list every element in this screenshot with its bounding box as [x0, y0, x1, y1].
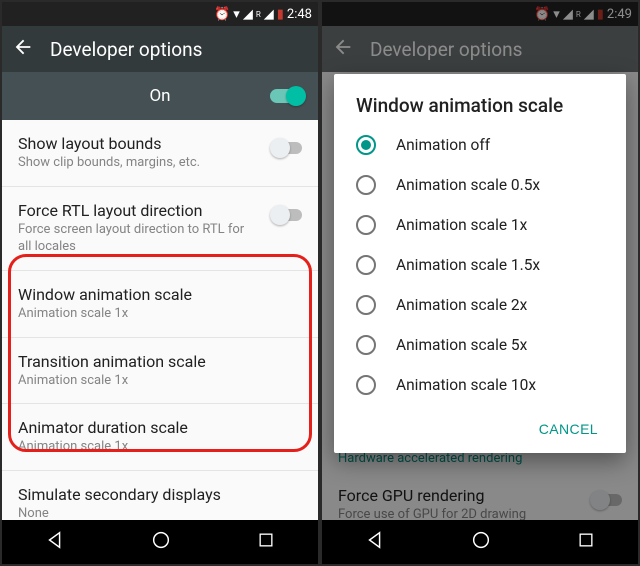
radio-icon — [356, 295, 376, 315]
battery-icon: ▮ — [277, 7, 284, 22]
toggle-switch[interactable] — [272, 209, 302, 221]
option-animation-0-5x[interactable]: Animation scale 0.5x — [334, 165, 626, 205]
signal-icon: ◢ — [243, 7, 253, 22]
radio-icon — [356, 335, 376, 355]
app-bar: Developer options — [2, 26, 318, 72]
radio-icon — [356, 255, 376, 275]
setting-animator-duration[interactable]: Animator duration scale Animation scale … — [2, 404, 318, 471]
nav-home-icon[interactable] — [470, 529, 492, 555]
nav-home-icon[interactable] — [150, 529, 172, 555]
radio-icon — [356, 375, 376, 395]
network-indicator: R — [256, 10, 261, 19]
item-subtitle: None — [18, 506, 258, 520]
clock: 2:48 — [287, 7, 312, 22]
setting-simulate-displays[interactable]: Simulate secondary displays None — [2, 471, 318, 520]
item-title: Simulate secondary displays — [18, 485, 302, 504]
setting-transition-animation[interactable]: Transition animation scale Animation sca… — [2, 338, 318, 405]
wifi-icon: ▾ — [233, 7, 240, 22]
item-subtitle: Animation scale 1x — [18, 439, 258, 456]
item-title: Transition animation scale — [18, 352, 302, 371]
animation-scale-dialog: Window animation scale Animation off Ani… — [334, 74, 626, 453]
setting-show-layout-bounds[interactable]: Show layout bounds Show clip bounds, mar… — [2, 120, 318, 187]
cancel-button[interactable]: CANCEL — [529, 413, 608, 445]
item-subtitle: Animation scale 1x — [18, 373, 258, 390]
setting-force-rtl[interactable]: Force RTL layout direction Force screen … — [2, 187, 318, 271]
option-animation-2x[interactable]: Animation scale 2x — [334, 285, 626, 325]
option-animation-10x[interactable]: Animation scale 10x — [334, 365, 626, 405]
radio-icon — [356, 135, 376, 155]
nav-recents-icon[interactable] — [256, 530, 276, 554]
master-switch-bar[interactable]: On — [2, 72, 318, 120]
status-bar: ⏰ ▾ ◢ R ◢ ▮ 2:48 — [2, 2, 318, 26]
item-subtitle: Show clip bounds, margins, etc. — [18, 155, 258, 172]
option-animation-1x[interactable]: Animation scale 1x — [334, 205, 626, 245]
nav-bar — [322, 520, 638, 564]
master-switch-label: On — [149, 86, 170, 106]
nav-back-icon[interactable] — [364, 529, 386, 555]
option-animation-off[interactable]: Animation off — [334, 125, 626, 165]
back-icon[interactable] — [12, 36, 34, 62]
radio-icon — [356, 215, 376, 235]
dialog-title: Window animation scale — [334, 94, 626, 125]
nav-bar — [2, 520, 318, 564]
setting-window-animation[interactable]: Window animation scale Animation scale 1… — [2, 271, 318, 338]
item-subtitle: Force screen layout direction to RTL for… — [18, 222, 258, 256]
nav-back-icon[interactable] — [44, 529, 66, 555]
toggle-switch[interactable] — [272, 142, 302, 154]
appbar-title: Developer options — [50, 38, 202, 61]
item-title: Window animation scale — [18, 285, 302, 304]
option-animation-5x[interactable]: Animation scale 5x — [334, 325, 626, 365]
item-title: Animator duration scale — [18, 418, 302, 437]
screenshot-right: ⏰ ▾ ◢ R ◢ ▮ 2:49 Developer options FF lo… — [322, 2, 638, 564]
master-switch[interactable] — [270, 89, 304, 103]
screenshot-left: ⏰ ▾ ◢ R ◢ ▮ 2:48 Developer options On Sh… — [2, 2, 318, 564]
nav-recents-icon[interactable] — [576, 530, 596, 554]
item-title: Show layout bounds — [18, 134, 302, 153]
option-animation-1-5x[interactable]: Animation scale 1.5x — [334, 245, 626, 285]
item-title: Force RTL layout direction — [18, 201, 302, 220]
radio-icon — [356, 175, 376, 195]
signal-icon-2: ◢ — [264, 7, 274, 22]
item-subtitle: Animation scale 1x — [18, 306, 258, 323]
settings-list: Show layout bounds Show clip bounds, mar… — [2, 120, 318, 520]
alarm-icon: ⏰ — [214, 7, 230, 22]
